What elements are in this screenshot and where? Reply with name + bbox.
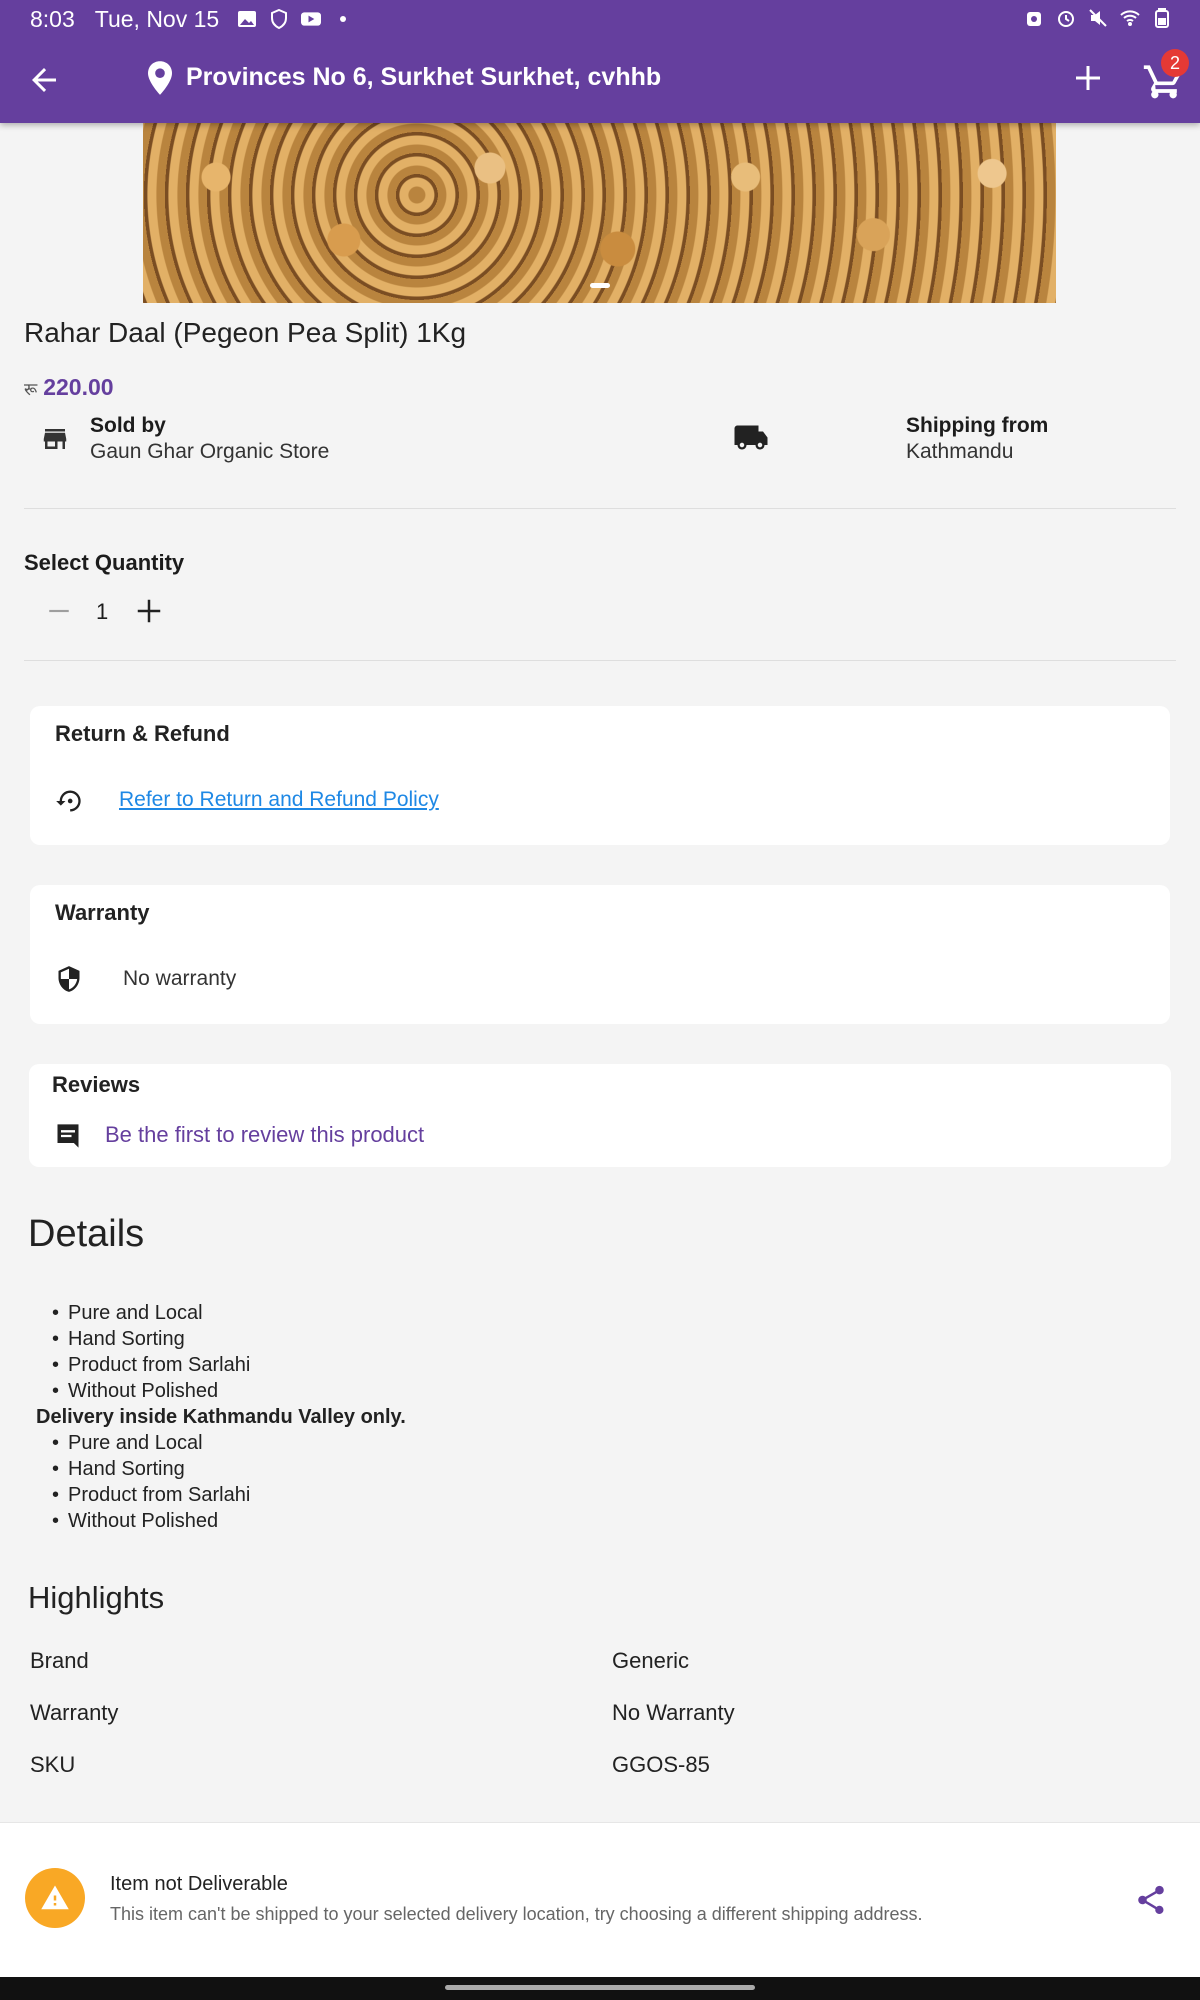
top-app-bar: 8:03 Tue, Nov 15 Provinces No 6, Surkhet… xyxy=(0,0,1200,123)
quantity-label: Select Quantity xyxy=(24,550,185,575)
home-gesture-handle[interactable] xyxy=(445,1985,755,1990)
highlight-value: GGOS-85 xyxy=(612,1752,710,1777)
system-nav-bar xyxy=(0,1977,1200,2000)
details-item: Product from Sarlahi xyxy=(52,1352,406,1378)
gallery-icon xyxy=(238,11,257,27)
shipping-from-value: Kathmandu xyxy=(906,440,1014,463)
details-item: Product from Sarlahi xyxy=(52,1482,406,1508)
delivery-location[interactable]: Provinces No 6, Surkhet Surkhet, cvhhb xyxy=(186,63,661,92)
lock-icon xyxy=(1027,12,1041,26)
cart-count-badge: 2 xyxy=(1161,49,1189,77)
store-icon xyxy=(43,429,67,449)
highlights-heading: Highlights xyxy=(28,1580,165,1615)
status-date: Tue, Nov 15 xyxy=(94,5,220,32)
divider xyxy=(24,660,1176,661)
currency-symbol: रू xyxy=(24,380,38,399)
history-icon xyxy=(56,790,81,812)
share-icon[interactable] xyxy=(1134,1883,1168,1917)
carousel-indicator xyxy=(590,283,610,288)
status-bar: 8:03 Tue, Nov 15 xyxy=(0,0,1200,38)
details-item: Without Polished xyxy=(52,1378,406,1404)
shield-hand-icon xyxy=(271,9,288,29)
highlight-key: Brand xyxy=(30,1648,89,1673)
price-row: रू 220.00 xyxy=(24,374,114,401)
app-bar: Provinces No 6, Surkhet Surkhet, cvhhb 2 xyxy=(0,49,1200,108)
warranty-card: Warranty No warranty xyxy=(30,885,1170,1024)
highlight-key: Warranty xyxy=(30,1700,119,1725)
status-system-icons xyxy=(1024,8,1172,28)
alarm-icon xyxy=(1058,11,1074,27)
back-arrow-icon[interactable] xyxy=(26,62,62,98)
details-item: Hand Sorting xyxy=(52,1326,406,1352)
warning-icon xyxy=(41,1885,69,1910)
mute-icon xyxy=(1089,9,1107,27)
details-heading: Details xyxy=(28,1213,145,1255)
seller-name[interactable]: Gaun Ghar Organic Store xyxy=(90,440,329,464)
product-image[interactable] xyxy=(143,123,1056,303)
warning-badge xyxy=(25,1868,85,1928)
sold-by-label: Sold by xyxy=(90,414,166,437)
product-price: 220.00 xyxy=(43,374,114,400)
status-notification-icons xyxy=(237,9,353,29)
return-refund-card: Return & Refund Refer to Return and Refu… xyxy=(30,706,1170,845)
details-item: Without Polished xyxy=(52,1508,406,1534)
dot-icon xyxy=(340,16,347,22)
comment-icon xyxy=(57,1124,79,1148)
location-pin-icon[interactable] xyxy=(145,60,175,96)
warranty-title: Warranty xyxy=(55,900,150,925)
delivery-note: Delivery inside Kathmandu Valley only. xyxy=(36,1406,406,1428)
battery-icon xyxy=(1155,8,1169,28)
youtube-icon xyxy=(301,12,322,26)
highlight-value: Generic xyxy=(612,1648,690,1673)
decrement-icon[interactable] xyxy=(46,598,72,624)
banner-message: This item can't be shipped to your selec… xyxy=(110,1904,923,1924)
shield-icon xyxy=(58,966,80,992)
truck-icon xyxy=(734,425,768,450)
return-refund-title: Return & Refund xyxy=(55,721,230,746)
wifi-icon xyxy=(1120,10,1140,26)
write-review-link[interactable]: Be the first to review this product xyxy=(105,1122,424,1148)
highlight-key: SKU xyxy=(30,1752,76,1777)
banner-title: Item not Deliverable xyxy=(110,1873,288,1895)
reviews-card: Reviews Be the first to review this prod… xyxy=(29,1064,1171,1167)
warranty-text: No warranty xyxy=(123,967,237,990)
shipping-from-label: Shipping from xyxy=(906,414,1049,437)
not-deliverable-banner: Item not Deliverable This item can't be … xyxy=(0,1822,1200,1977)
details-item: Hand Sorting xyxy=(52,1456,406,1482)
status-time: 8:03 xyxy=(30,5,75,32)
reviews-title: Reviews xyxy=(52,1072,141,1097)
return-refund-policy-link[interactable]: Refer to Return and Refund Policy xyxy=(119,788,439,812)
details-list: Pure and Local Hand Sorting Product from… xyxy=(36,1300,406,1534)
details-item: Pure and Local xyxy=(52,1430,406,1456)
details-item: Pure and Local xyxy=(52,1300,406,1326)
highlight-value: No Warranty xyxy=(612,1700,735,1725)
product-title: Rahar Daal (Pegeon Pea Split) 1Kg xyxy=(24,317,467,348)
divider xyxy=(24,508,1176,509)
increment-icon[interactable] xyxy=(134,596,164,626)
quantity-value: 1 xyxy=(96,599,109,624)
add-icon[interactable] xyxy=(1070,60,1106,96)
